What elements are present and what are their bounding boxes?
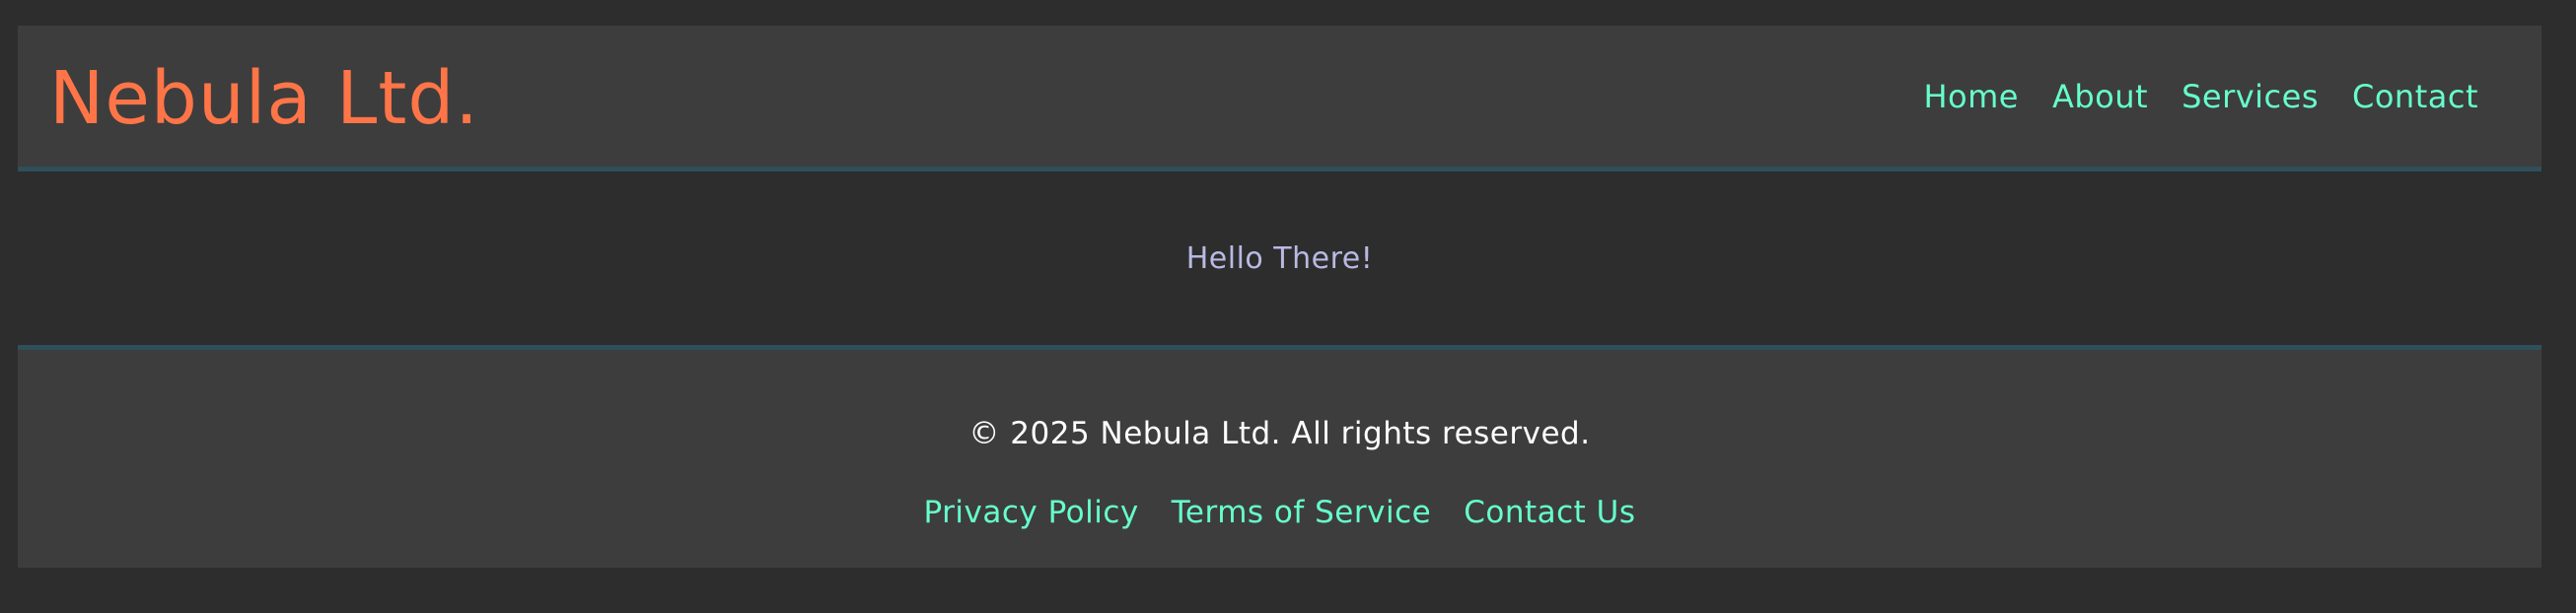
nav-about-link[interactable]: About [2050,74,2150,119]
privacy-policy-link[interactable]: Privacy Policy [923,495,1138,530]
site-logo[interactable]: Nebula Ltd. [49,56,479,141]
nav-services-link[interactable]: Services [2180,74,2321,119]
nav-home-link[interactable]: Home [1921,74,2021,119]
greeting-text: Hello There! [1185,240,1374,276]
site-footer: © 2025 Nebula Ltd. All rights reserved. … [18,345,2541,568]
contact-us-link[interactable]: Contact Us [1464,495,1635,530]
site-header: Nebula Ltd. Home About Services Contact [18,26,2541,171]
main-nav: Home About Services Contact [1921,74,2480,119]
footer-links: Privacy Policy Terms of Service Contact … [923,495,1635,530]
copyright-text: © 2025 Nebula Ltd. All rights reserved. [968,416,1591,451]
terms-of-service-link[interactable]: Terms of Service [1172,495,1431,530]
main-content: Hello There! [18,171,2541,345]
page-frame: Nebula Ltd. Home About Services Contact … [18,26,2541,568]
nav-contact-link[interactable]: Contact [2350,74,2480,119]
